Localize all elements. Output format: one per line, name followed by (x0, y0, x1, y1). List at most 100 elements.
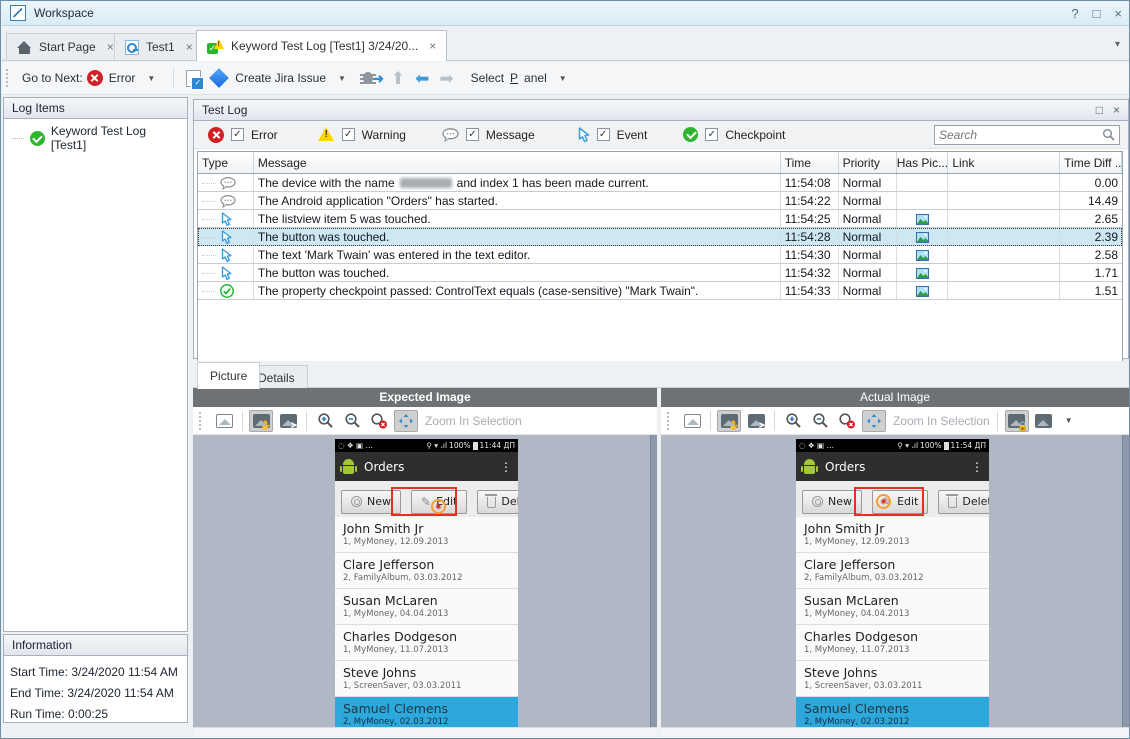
filter-warning[interactable]: ✓ Warning (318, 127, 406, 142)
contact-name: John Smith Jr (804, 520, 981, 537)
chevron-down-icon[interactable]: ▼ (147, 74, 155, 83)
tab-label: Test1 (146, 40, 175, 54)
zoom-in-button[interactable] (781, 410, 805, 432)
tab-close-icon[interactable]: × (429, 39, 436, 53)
lock-images-button[interactable]: 🔒 (1005, 410, 1029, 432)
log-time: 11:54:30 (781, 246, 839, 263)
zoom-reset-button[interactable] (835, 410, 859, 432)
column-time-diff[interactable]: Time Diff ... (1060, 152, 1122, 173)
log-link (948, 192, 1060, 209)
go-up-button[interactable]: ⬆ (391, 70, 405, 87)
filter-message[interactable]: ✓ Message (442, 128, 535, 142)
go-to-next-error-button[interactable]: Error ▼ (83, 67, 166, 89)
pan-mode-button[interactable]: ✋ (717, 410, 741, 432)
image-options-button[interactable] (1032, 410, 1056, 432)
trash-icon (948, 497, 957, 508)
column-link[interactable]: Link (948, 152, 1060, 173)
checkpoint-checkbox[interactable]: ✓ (705, 128, 718, 141)
log-link (948, 210, 1060, 227)
log-time-diff: 2.65 (1060, 210, 1122, 227)
table-row[interactable]: The property checkpoint passed: ControlT… (198, 282, 1122, 300)
search-box[interactable] (934, 125, 1120, 145)
title-bar: Workspace ? □ × (2, 1, 1130, 26)
zoom-in-button[interactable] (313, 410, 337, 432)
table-row[interactable]: The button was touched. 11:54:28 Normal … (198, 228, 1122, 246)
warning-icon (318, 127, 335, 142)
column-message[interactable]: Message (254, 152, 781, 173)
maximize-button[interactable]: □ (1093, 6, 1101, 21)
pan-mode-button[interactable]: ✋ (249, 410, 273, 432)
close-button[interactable]: × (1114, 6, 1122, 21)
zoom-reset-button[interactable] (367, 410, 391, 432)
chevron-down-icon[interactable]: ▼ (1065, 416, 1073, 425)
toolbar-grip[interactable] (666, 411, 671, 431)
table-row[interactable]: The device with the nameand index 1 has … (198, 174, 1122, 192)
horizontal-scroll-track[interactable] (193, 727, 657, 738)
column-has-picture[interactable]: Has Pic... (897, 152, 948, 173)
open-in-window-button[interactable] (680, 410, 704, 432)
table-row[interactable]: The Android application "Orders" has sta… (198, 192, 1122, 210)
tab-test1[interactable]: Test1 × (114, 33, 204, 60)
filter-checkpoint[interactable]: ✓ Checkpoint (683, 127, 785, 142)
log-items-tree-node[interactable]: Keyword Test Log [Test1] (4, 119, 187, 156)
vertical-scrollbar[interactable] (1122, 435, 1129, 727)
zoom-out-button[interactable] (808, 410, 832, 432)
forward-button[interactable]: ➡ (439, 70, 453, 87)
tab-close-icon[interactable]: × (186, 40, 193, 54)
vertical-scrollbar[interactable] (650, 435, 657, 727)
log-message: The Android application "Orders" has sta… (254, 192, 781, 209)
panel-maximize-icon[interactable]: □ (1096, 103, 1103, 117)
open-in-window-button[interactable] (212, 410, 236, 432)
select-mode-button[interactable]: ➤ (276, 410, 300, 432)
information-header: Information (3, 634, 188, 656)
battery-icon (473, 442, 478, 450)
tab-picture[interactable]: Picture (197, 362, 260, 389)
log-link (948, 264, 1060, 281)
tab-keyword-test-log[interactable]: ✓ Keyword Test Log [Test1] 3/24/20... × (196, 30, 447, 61)
warning-checkbox[interactable]: ✓ (342, 128, 355, 141)
horizontal-scroll-track[interactable] (661, 727, 1129, 738)
log-link (948, 246, 1060, 263)
log-time: 11:54:08 (781, 174, 839, 191)
actual-image-canvas[interactable]: ◌ ❖ ▣ … ⚲ ▾ ،ıl 100% 11:54 ДП Orders ⋮ N… (661, 435, 1129, 727)
column-type[interactable]: Type (198, 152, 254, 173)
search-input[interactable] (939, 128, 1089, 142)
select-mode-button[interactable]: ➤ (744, 410, 768, 432)
event-checkbox[interactable]: ✓ (597, 128, 610, 141)
column-priority[interactable]: Priority (839, 152, 898, 173)
application-window: Workspace ? □ × Start Page × Test1 × ✓ K… (0, 0, 1130, 739)
help-button[interactable]: ? (1071, 6, 1078, 21)
phone-status-bar: ◌ ❖ ▣ … ⚲ ▾ ،ıl 100% 11:54 ДП (796, 439, 989, 452)
fit-to-window-button[interactable] (394, 410, 418, 432)
tab-close-icon[interactable]: × (107, 40, 114, 54)
contact-name: Susan McLaren (804, 592, 981, 609)
expected-image-canvas[interactable]: ◌ ❖ ▣ … ⚲ ▾ ،ıl 100% 11:44 ДП Orders ⋮ N… (193, 435, 657, 727)
back-button[interactable]: ⬅ (415, 70, 429, 87)
zoom-out-button[interactable] (340, 410, 364, 432)
filter-error[interactable]: ✓ Error (208, 127, 278, 143)
show-details-button[interactable] (182, 67, 205, 90)
chevron-down-icon[interactable]: ▼ (338, 74, 346, 83)
run-to-selected-button[interactable]: ➜ (356, 66, 386, 90)
create-jira-issue-button[interactable]: Create Jira Issue ▼ (205, 68, 356, 88)
column-time[interactable]: Time (781, 152, 839, 173)
contact-details: 2, MyMoney, 02.03.2012 (804, 717, 981, 727)
table-row[interactable]: The listview item 5 was touched. 11:54:2… (198, 210, 1122, 228)
table-row[interactable]: The text 'Mark Twain' was entered in the… (198, 246, 1122, 264)
log-link (948, 282, 1060, 299)
panel-close-icon[interactable]: × (1113, 103, 1120, 117)
fit-to-window-button[interactable] (862, 410, 886, 432)
error-checkbox[interactable]: ✓ (231, 128, 244, 141)
toolbar-grip[interactable] (198, 411, 203, 431)
main-toolbar: Go to Next: Error ▼ Create Jira Issue ▼ … (2, 62, 1130, 95)
log-time-diff: 1.51 (1060, 282, 1122, 299)
toolbar-grip[interactable] (5, 68, 10, 88)
table-row[interactable]: The button was touched. 11:54:32 Normal … (198, 264, 1122, 282)
contact-details: 1, MyMoney, 04.04.2013 (804, 609, 981, 620)
tab-overflow-icon[interactable]: ▾ (1115, 39, 1120, 50)
filter-event[interactable]: ✓ Event (577, 127, 648, 143)
tab-start-page[interactable]: Start Page × (6, 33, 125, 60)
chevron-down-icon[interactable]: ▼ (559, 74, 567, 83)
message-checkbox[interactable]: ✓ (466, 128, 479, 141)
select-panel-button[interactable]: Select Panel ▼ (467, 68, 577, 88)
